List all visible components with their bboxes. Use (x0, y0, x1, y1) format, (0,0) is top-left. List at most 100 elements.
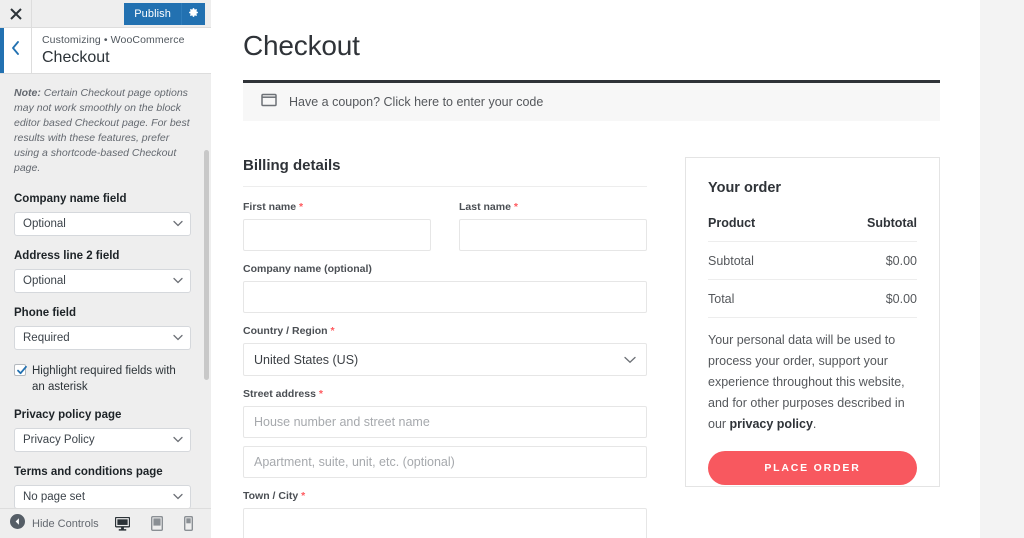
mobile-icon[interactable] (184, 516, 193, 531)
field-first-name: First name * (243, 200, 431, 251)
publish-settings-button[interactable] (181, 3, 205, 25)
site-preview-frame: Checkout Have a coupon? Click here to en… (211, 0, 1024, 538)
required-asterisk: * (514, 201, 518, 213)
first-name-input[interactable] (243, 219, 431, 251)
note-prefix: Note: (14, 87, 41, 99)
chevron-down-icon (173, 275, 183, 287)
control-label: Privacy policy page (14, 408, 197, 423)
order-row-value: $0.00 (886, 254, 917, 268)
phone-field-select[interactable]: Required (14, 326, 191, 350)
control-privacy-policy-page: Privacy policy page Privacy Policy (14, 408, 197, 452)
field-last-name: Last name * (459, 200, 647, 251)
hide-controls-label: Hide Controls (32, 518, 99, 530)
select-value: Required (23, 332, 70, 344)
control-label: Terms and conditions page (14, 465, 197, 480)
control-highlight-required-fields: Highlight required fields with an asteri… (14, 363, 197, 395)
last-name-input[interactable] (459, 219, 647, 251)
field-company-name: Company name (optional) (243, 262, 647, 313)
billing-details-title: Billing details (243, 157, 647, 187)
preview-background-gutter (980, 0, 1024, 538)
chevron-down-icon (173, 434, 183, 446)
checkbox-label: Highlight required fields with an asteri… (32, 363, 182, 395)
control-terms-conditions-page: Terms and conditions page No page set (14, 465, 197, 508)
order-header-subtotal: Subtotal (867, 216, 917, 230)
checkout-note: Note: Certain Checkout page options may … (14, 86, 197, 176)
field-street-address: Street address * (243, 387, 647, 438)
privacy-policy-notice: Your personal data will be used to proce… (708, 330, 917, 435)
control-company-name-field: Company name field Optional (14, 192, 197, 236)
desktop-icon[interactable] (115, 516, 130, 531)
field-label: Country / Region * (243, 324, 647, 338)
privacy-policy-link[interactable]: privacy policy (730, 417, 813, 431)
address-line-2-input[interactable] (243, 446, 647, 478)
sidebar-scrollbar[interactable] (204, 150, 209, 380)
panel-titles: Customizing • WooCommerce Checkout (32, 28, 185, 73)
control-label: Company name field (14, 192, 197, 207)
street-address-input[interactable] (243, 406, 647, 438)
panel-title-bar: Customizing • WooCommerce Checkout (0, 28, 211, 74)
required-asterisk: * (301, 490, 305, 502)
checkout-page-title: Checkout (243, 30, 940, 62)
field-town-city: Town / City * (243, 489, 647, 538)
coupon-tag-icon (261, 93, 277, 112)
place-order-button[interactable]: PLACE ORDER (708, 451, 917, 485)
select-value: Optional (23, 218, 66, 230)
coupon-link[interactable]: Click here to enter your code (384, 95, 544, 109)
field-label-text: Country / Region (243, 325, 328, 337)
highlight-required-fields-checkbox[interactable] (14, 364, 26, 376)
tablet-icon[interactable] (151, 516, 163, 531)
order-row-subtotal: Subtotal $0.00 (708, 254, 917, 280)
publish-button[interactable]: Publish (124, 3, 181, 25)
field-country-region: Country / Region * United States (US) (243, 324, 647, 376)
page-title: Checkout (42, 47, 185, 69)
chevron-left-icon (11, 41, 20, 60)
coupon-notice: Have a coupon? Click here to enter your … (243, 80, 940, 121)
company-name-field-select[interactable]: Optional (14, 212, 191, 236)
field-label: Town / City * (243, 489, 647, 503)
customizer-sidebar: Publish (0, 0, 211, 538)
select-value: Privacy Policy (23, 434, 95, 446)
order-table-header: Product Subtotal (708, 216, 917, 242)
field-address-line-2 (243, 446, 647, 478)
address-line-2-field-select[interactable]: Optional (14, 269, 191, 293)
checkout-columns: Billing details First name * Last name (243, 157, 940, 538)
hide-controls-button[interactable]: Hide Controls (10, 514, 99, 534)
select-value: United States (US) (254, 353, 358, 367)
town-city-input[interactable] (243, 508, 647, 538)
order-summary-panel: Your order Product Subtotal Subtotal $0.… (685, 157, 940, 487)
order-header-product: Product (708, 216, 755, 230)
required-asterisk: * (299, 201, 303, 213)
chevron-down-icon (173, 491, 183, 503)
chevron-down-icon (173, 332, 183, 344)
order-row-value: $0.00 (886, 292, 917, 306)
terms-conditions-page-select[interactable]: No page set (14, 485, 191, 508)
company-name-input[interactable] (243, 281, 647, 313)
control-label: Phone field (14, 306, 197, 321)
select-value: No page set (23, 491, 85, 503)
customizer-app: Publish (0, 0, 1024, 538)
select-value: Optional (23, 275, 66, 287)
field-label: Company name (optional) (243, 262, 647, 276)
field-label-text: Street address (243, 388, 316, 400)
control-address-line-2-field: Address line 2 field Optional (14, 249, 197, 293)
field-label-text: Last name (459, 201, 511, 213)
privacy-policy-page-select[interactable]: Privacy Policy (14, 428, 191, 452)
required-asterisk: * (319, 388, 323, 400)
checkout-page: Checkout Have a coupon? Click here to en… (211, 0, 980, 538)
privacy-notice-period: . (813, 417, 816, 431)
close-icon (10, 8, 22, 20)
customizer-footer: Hide Controls (0, 508, 211, 538)
gear-icon (188, 5, 199, 23)
control-phone-field: Phone field Required (14, 306, 197, 350)
billing-details-section: Billing details First name * Last name (243, 157, 647, 538)
order-row-label: Subtotal (708, 254, 754, 268)
chevron-down-icon (624, 353, 636, 367)
order-row-label: Total (708, 292, 734, 306)
field-label: Street address * (243, 387, 647, 401)
panel-back-button[interactable] (0, 28, 32, 73)
order-summary-title: Your order (708, 180, 917, 196)
required-asterisk: * (331, 325, 335, 337)
customizer-header: Publish (0, 0, 211, 28)
close-customizer-button[interactable] (0, 0, 32, 27)
country-region-select[interactable]: United States (US) (243, 343, 647, 376)
